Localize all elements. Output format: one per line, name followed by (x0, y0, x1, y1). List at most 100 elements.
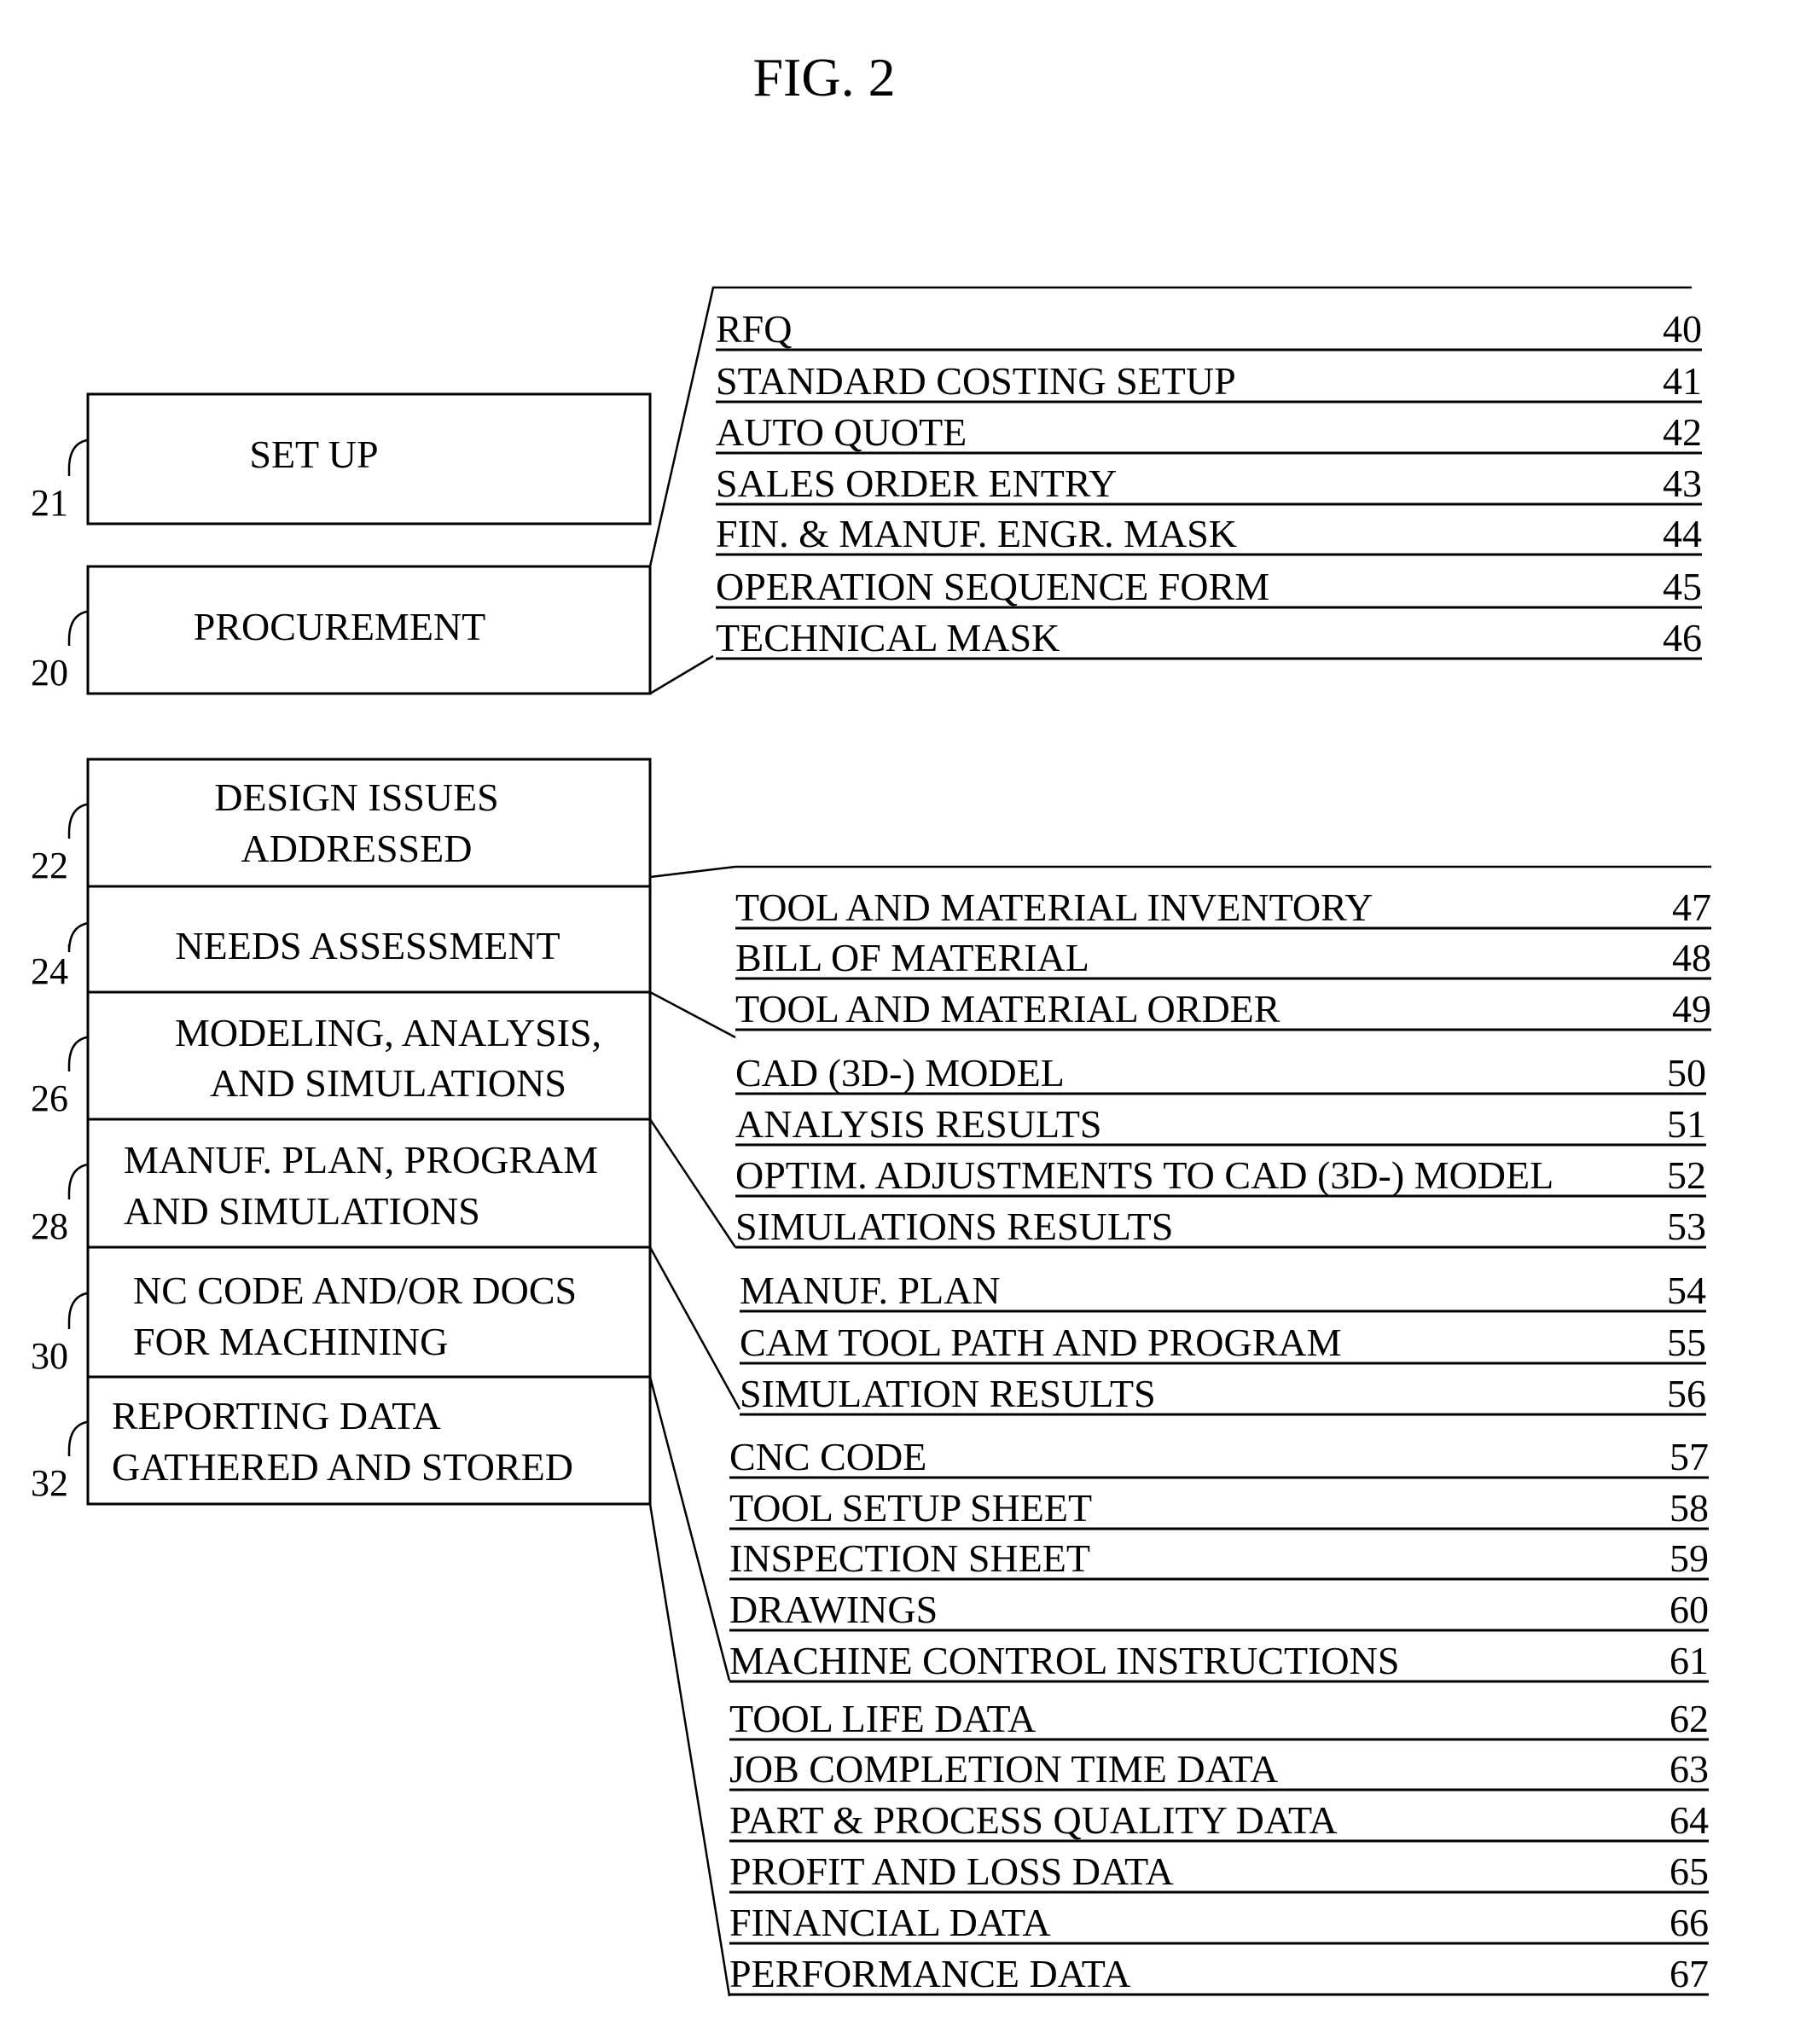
reference-numeral: 24 (31, 950, 68, 992)
item-number: 62 (1670, 1697, 1709, 1740)
list-item: RFQ 40 (716, 307, 1702, 351)
item-label: TOOL SETUP SHEET (729, 1486, 1092, 1530)
leader-line (67, 803, 89, 839)
item-number: 47 (1672, 886, 1711, 929)
item-label: BILL OF MATERIAL (735, 936, 1089, 979)
item-label: CAM TOOL PATH AND PROGRAM (740, 1321, 1342, 1364)
item-number: 53 (1667, 1205, 1706, 1248)
connector-line (649, 865, 1711, 879)
list-item: SIMULATION RESULTS 56 (740, 1372, 1706, 1416)
list-item: MACHINE CONTROL INSTRUCTIONS 61 (729, 1639, 1709, 1683)
item-label: SIMULATIONS RESULTS (735, 1205, 1173, 1248)
item-label: MANUF. PLAN (740, 1269, 1001, 1312)
list-item: FIN. & MANUF. ENGR. MASK 44 (716, 512, 1702, 556)
item-number: 44 (1663, 512, 1702, 555)
item-label: TECHNICAL MASK (716, 616, 1060, 659)
box-label: REPORTING DATA (112, 1394, 441, 1437)
box-set-up: SET UP 21 (31, 392, 652, 526)
box-design-issues: DESIGN ISSUES ADDRESSED 22 (31, 758, 652, 888)
item-label: RFQ (716, 307, 792, 351)
reference-numeral: 22 (31, 845, 68, 886)
connector-line (648, 1376, 731, 1681)
list-item: CAM TOOL PATH AND PROGRAM 55 (740, 1321, 1706, 1365)
nc-code-items: CNC CODE 57 TOOL SETUP SHEET 58 INSPECTION S… (729, 1435, 1709, 1683)
list-item: JOB COMPLETION TIME DATA 63 (729, 1747, 1709, 1791)
item-label: CAD (3D-) MODEL (735, 1051, 1065, 1095)
item-number: 61 (1670, 1639, 1709, 1682)
item-number: 64 (1670, 1798, 1709, 1842)
box-label: MANUF. PLAN, PROGRAM (124, 1138, 598, 1182)
list-item: TOOL LIFE DATA 62 (729, 1697, 1709, 1741)
item-label: MACHINE CONTROL INSTRUCTIONS (729, 1639, 1399, 1682)
item-number: 51 (1667, 1102, 1706, 1146)
list-item: OPERATION SEQUENCE FORM 45 (716, 565, 1702, 609)
item-label: JOB COMPLETION TIME DATA (729, 1747, 1278, 1791)
item-number: 58 (1670, 1486, 1709, 1530)
item-number: 56 (1667, 1372, 1706, 1415)
item-label: ANALYSIS RESULTS (735, 1102, 1102, 1146)
box-label: ADDRESSED (241, 827, 473, 870)
list-item: TOOL AND MATERIAL INVENTORY 47 (735, 886, 1711, 930)
process-boxes: SET UP 21 PROCUREMENT 20 DESIGN ISSUES ADDRES… (31, 392, 652, 1506)
leader-line (67, 438, 89, 476)
connector-line (649, 990, 736, 1039)
item-number: 42 (1663, 410, 1702, 454)
item-label: STANDARD COSTING SETUP (716, 359, 1236, 403)
box-procurement: PROCUREMENT 20 (31, 565, 652, 695)
item-number: 52 (1667, 1153, 1706, 1197)
item-number: 59 (1670, 1536, 1709, 1580)
item-number: 66 (1670, 1901, 1709, 1944)
list-item: PART & PROCESS QUALITY DATA 64 (729, 1798, 1709, 1843)
item-label: DRAWINGS (729, 1588, 938, 1631)
reporting-items: TOOL LIFE DATA 62 JOB COMPLETION TIME DATA… (729, 1697, 1709, 1996)
item-number: 67 (1670, 1952, 1709, 1995)
patent-figure: FIG. 2 SET UP 21 PROCUREMENT 20 DESIGN ISSUE… (31, 47, 1711, 1997)
box-label: FOR MACHINING (133, 1320, 448, 1363)
item-number: 45 (1663, 565, 1702, 608)
needs-assessment-items: TOOL AND MATERIAL INVENTORY 47 BILL OF MAT… (735, 886, 1711, 1031)
item-label: TOOL AND MATERIAL ORDER (735, 987, 1280, 1031)
list-item: SIMULATIONS RESULTS 53 (735, 1205, 1706, 1249)
item-label: OPERATION SEQUENCE FORM (716, 565, 1269, 608)
list-item: PERFORMANCE DATA 67 (729, 1952, 1709, 1996)
box-needs-assessment: NEEDS ASSESSMENT 24 (31, 885, 652, 994)
leader-line (67, 1420, 89, 1456)
reference-numeral: 21 (31, 482, 68, 524)
item-label: SALES ORDER ENTRY (716, 462, 1117, 505)
manuf-plan-items: MANUF. PLAN 54 CAM TOOL PATH AND PROGRAM 55… (740, 1269, 1706, 1416)
list-item: SALES ORDER ENTRY 43 (716, 462, 1702, 506)
list-item: TECHNICAL MASK 46 (716, 616, 1702, 660)
box-label: GATHERED AND STORED (112, 1445, 573, 1489)
item-label: SIMULATION RESULTS (740, 1372, 1156, 1415)
item-number: 48 (1672, 936, 1711, 979)
item-label: FIN. & MANUF. ENGR. MASK (716, 512, 1237, 555)
item-label: CNC CODE (729, 1435, 926, 1478)
item-number: 40 (1663, 307, 1702, 351)
list-item: CAD (3D-) MODEL 50 (735, 1051, 1706, 1095)
reference-numeral: 20 (31, 652, 68, 694)
item-number: 63 (1670, 1747, 1709, 1791)
box-label: PROCUREMENT (194, 605, 485, 648)
leader-line (67, 1036, 89, 1071)
reference-numeral: 32 (31, 1462, 68, 1504)
box-label: NEEDS ASSESSMENT (175, 924, 560, 967)
reference-numeral: 30 (31, 1335, 68, 1377)
leader-line (67, 1292, 89, 1329)
leader-line (67, 1163, 89, 1199)
connector-line (648, 1503, 731, 1997)
reference-numeral: 26 (31, 1077, 68, 1119)
list-item: TOOL AND MATERIAL ORDER 49 (735, 987, 1711, 1031)
item-label: TOOL AND MATERIAL INVENTORY (735, 886, 1373, 929)
box-nc-code: NC CODE AND/OR DOCS FOR MACHINING 30 (31, 1246, 652, 1379)
item-number: 54 (1667, 1269, 1706, 1312)
box-manuf-plan: MANUF. PLAN, PROGRAM AND SIMULATIONS 28 (31, 1118, 652, 1249)
list-item: OPTIM. ADJUSTMENTS TO CAD (3D-) MODEL 52 (735, 1153, 1706, 1198)
item-number: 57 (1670, 1435, 1709, 1478)
item-label: INSPECTION SHEET (729, 1536, 1090, 1580)
item-label: PART & PROCESS QUALITY DATA (729, 1798, 1338, 1842)
box-label: AND SIMULATIONS (210, 1061, 566, 1105)
item-number: 43 (1663, 462, 1702, 505)
list-item: DRAWINGS 60 (729, 1588, 1709, 1632)
box-label: MODELING, ANALYSIS, (175, 1011, 601, 1054)
list-item: BILL OF MATERIAL 48 (735, 936, 1711, 980)
